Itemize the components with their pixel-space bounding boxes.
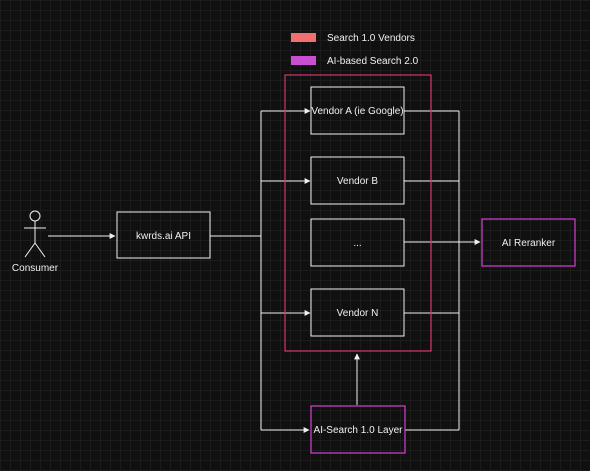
architecture-diagram: Search 1.0 Vendors AI-based Search 2.0 C… bbox=[12, 33, 576, 454]
connectors bbox=[48, 108, 481, 433]
api-node[interactable]: kwrds.ai API bbox=[116, 211, 211, 259]
api-node-label: kwrds.ai API bbox=[136, 231, 191, 242]
legend-swatch-search-2 bbox=[291, 56, 316, 65]
vendor-b-node[interactable]: Vendor B bbox=[310, 156, 405, 205]
vendor-a-node[interactable]: Vendor A (ie Google) bbox=[310, 86, 405, 135]
consumer-label: Consumer bbox=[12, 263, 59, 274]
vendor-ellipsis-label: ... bbox=[353, 238, 361, 249]
vendor-n-label: Vendor N bbox=[337, 308, 379, 319]
stick-figure-icon bbox=[24, 210, 46, 258]
legend-swatch-search-1 bbox=[291, 33, 316, 42]
vendor-b-label: Vendor B bbox=[337, 176, 378, 187]
ai-reranker-node[interactable]: AI Reranker bbox=[481, 218, 576, 267]
ai-search-layer-label: AI-Search 1.0 Layer bbox=[314, 425, 404, 436]
vendor-ellipsis-node[interactable]: ... bbox=[310, 218, 405, 267]
legend-label-search-1: Search 1.0 Vendors bbox=[327, 33, 415, 44]
vendor-n-node[interactable]: Vendor N bbox=[310, 288, 405, 337]
legend: Search 1.0 Vendors AI-based Search 2.0 bbox=[291, 33, 419, 67]
ai-search-layer-node[interactable]: AI-Search 1.0 Layer bbox=[310, 405, 406, 454]
legend-label-search-2: AI-based Search 2.0 bbox=[327, 56, 419, 67]
consumer-actor: Consumer bbox=[12, 210, 59, 274]
ai-reranker-label: AI Reranker bbox=[502, 238, 556, 249]
vendor-a-label: Vendor A (ie Google) bbox=[311, 106, 403, 117]
